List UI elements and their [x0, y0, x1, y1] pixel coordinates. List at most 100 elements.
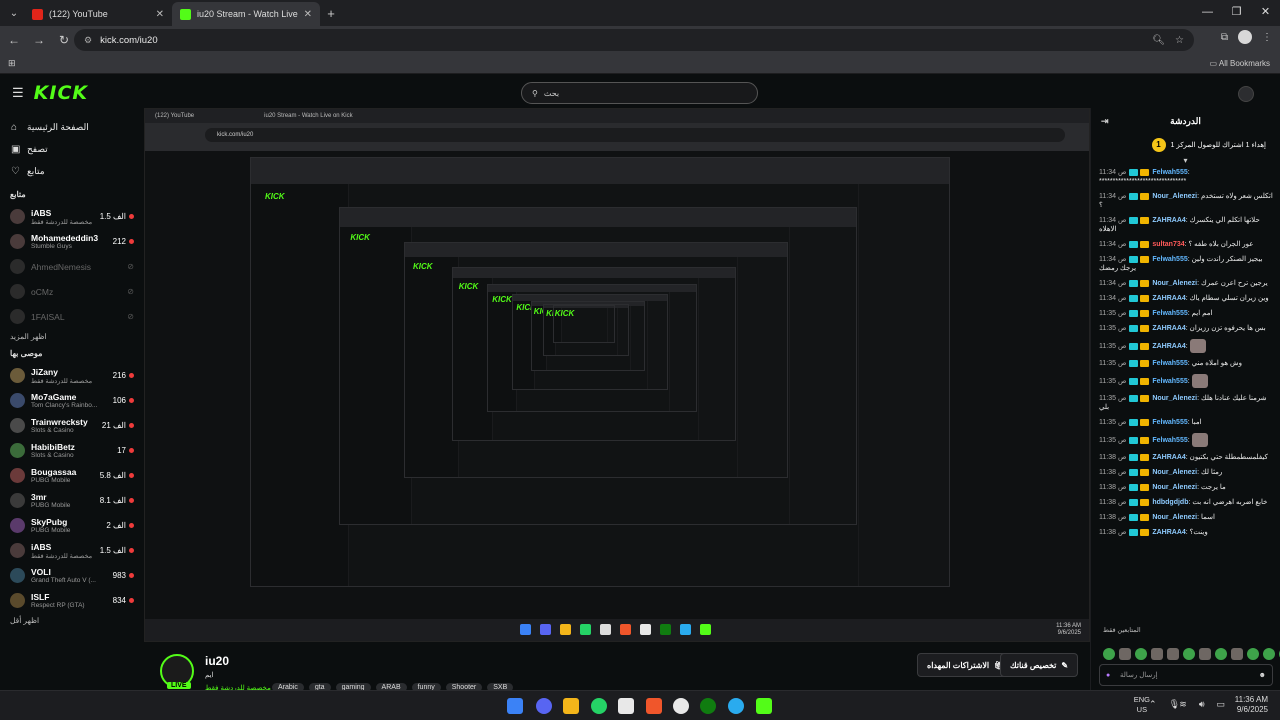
emote-icon[interactable]: [1215, 648, 1227, 660]
chat-message[interactable]: 11:34 ص ZAHRAA4: وين زيران تسلي سطام ياك: [1099, 294, 1274, 303]
chat-message[interactable]: 11:38 ص Nour_Alenezi: ما يرجت: [1099, 483, 1274, 492]
sidebar-channel[interactable]: Mo7aGame Tom Clancy's Rainbo... 106: [0, 388, 142, 413]
hamburger-menu-icon[interactable]: ☰: [12, 85, 24, 101]
back-icon[interactable]: ←: [3, 33, 25, 47]
message-username[interactable]: Felwah555: [1152, 360, 1187, 367]
tab-kick[interactable]: iu20 Stream - Watch Live on Kick ✕: [172, 2, 320, 26]
chat-message[interactable]: 11:35 ص Nour_Alenezi: شرمنا عليك عنادنا …: [1099, 394, 1274, 412]
sidebar-channel[interactable]: VOLI Grand Theft Auto V (... 983: [0, 563, 142, 588]
video-player[interactable]: (122) YouTube iu20 Stream - Watch Live o…: [144, 108, 1090, 642]
close-window-icon[interactable]: ✕: [1251, 0, 1280, 26]
show-less-button[interactable]: اظهر أقل: [0, 613, 142, 629]
zoom-icon[interactable]: 🔍︎: [1152, 35, 1165, 46]
message-username[interactable]: hdbdgdjdb: [1152, 499, 1188, 506]
user-avatar[interactable]: [1238, 86, 1254, 102]
message-username[interactable]: ZAHRAA4: [1152, 454, 1185, 461]
close-icon[interactable]: ✕: [304, 9, 312, 20]
message-username[interactable]: ZAHRAA4: [1152, 529, 1185, 536]
message-username[interactable]: Nour_Alenezi: [1152, 514, 1197, 521]
emote-icon[interactable]: [1151, 648, 1163, 660]
maximize-icon[interactable]: ❐: [1222, 0, 1251, 26]
nav-home[interactable]: ⌂ الصفحة الرئيسية: [0, 116, 142, 138]
mic-icon[interactable]: ●: [1106, 672, 1110, 679]
emote-icon[interactable]: [1167, 648, 1179, 660]
chat-message[interactable]: 11:34 ص Felwah555: *********************…: [1099, 168, 1274, 186]
message-username[interactable]: ZAHRAA4: [1152, 217, 1185, 224]
emote-icon[interactable]: [1103, 648, 1115, 660]
chat-message[interactable]: 11:34 ص ZAHRAA4: حلاتها اتكلم الي ينكسرك…: [1099, 216, 1274, 234]
chat-message[interactable]: 11:35 ص Felwah555:: [1099, 433, 1274, 447]
message-username[interactable]: Felwah555: [1152, 437, 1187, 444]
minimize-icon[interactable]: —: [1193, 0, 1222, 26]
apps-icon[interactable]: ⊞: [8, 58, 16, 69]
tab-youtube[interactable]: (122) YouTube ✕: [24, 2, 172, 26]
chrome-icon[interactable]: [673, 698, 689, 714]
close-icon[interactable]: ✕: [156, 9, 164, 20]
chat-message[interactable]: 11:34 ص sultan734: عور الجران بلاه طفه ؟: [1099, 240, 1274, 249]
xbox-icon[interactable]: [700, 698, 716, 714]
notepad-icon[interactable]: [618, 698, 634, 714]
sidebar-channel[interactable]: Trainwrecksty Slots & Casino الف 21: [0, 413, 142, 438]
new-tab-button[interactable]: +: [320, 6, 342, 21]
emote-icon[interactable]: [1199, 648, 1211, 660]
chat-message[interactable]: 11:34 ص Nour_Alenezi: يرجين ترح اعرن عمر…: [1099, 279, 1274, 288]
sidebar-channel[interactable]: 3mr PUBG Mobile الف 8.1: [0, 488, 142, 513]
system-clock[interactable]: 11:36 AM 9/6/2025: [1235, 695, 1268, 715]
emoji-icon[interactable]: ☻: [1259, 672, 1266, 679]
pinned-gift-banner[interactable]: 1 إهداء 1 اشتراك للوصول المركز 1: [1091, 134, 1280, 156]
chat-message[interactable]: 11:38 ص hdbdgdjdb: خابع اضربه اهرضي انه …: [1099, 498, 1274, 507]
language-indicator[interactable]: ENG US: [1134, 695, 1150, 715]
message-username[interactable]: Felwah555: [1152, 256, 1187, 263]
profile-avatar[interactable]: [1238, 30, 1252, 44]
wifi-icon[interactable]: ≋: [1179, 699, 1187, 710]
chevron-up-icon[interactable]: ⌃: [1149, 699, 1157, 710]
chat-message[interactable]: 11:35 ص Felwah555: وش هو املاه مني: [1099, 359, 1274, 368]
address-bar[interactable]: ⚙ kick.com/iu20 🔍︎ ☆: [74, 29, 1194, 51]
extensions-icon[interactable]: ⧉: [1221, 32, 1228, 43]
chat-message[interactable]: 11:38 ص Nour_Alenezi: اسما: [1099, 513, 1274, 522]
chat-message[interactable]: 11:38 ص Nour_Alenezi: رمثا لك: [1099, 468, 1274, 477]
bookmark-star-icon[interactable]: ☆: [1175, 35, 1184, 46]
message-username[interactable]: Felwah555: [1152, 310, 1187, 317]
tab-list-button[interactable]: ⌄: [4, 3, 24, 23]
menu-icon[interactable]: ⋮: [1262, 32, 1272, 43]
message-username[interactable]: sultan734: [1152, 241, 1184, 248]
chat-message[interactable]: 11:34 ص Felwah555: بيجيز الصنكر راندت ول…: [1099, 255, 1274, 273]
message-username[interactable]: Felwah555: [1152, 419, 1187, 426]
streamer-name[interactable]: iu20: [205, 654, 229, 668]
kick-app-icon[interactable]: [756, 698, 772, 714]
message-username[interactable]: Felwah555: [1152, 378, 1187, 385]
message-username[interactable]: ZAHRAA4: [1152, 325, 1185, 332]
volume-icon[interactable]: 🔊︎: [1199, 699, 1205, 710]
emote-icon[interactable]: [1231, 648, 1243, 660]
customize-channel-button[interactable]: تخصيص قناتك ✎: [1000, 653, 1079, 677]
sidebar-channel[interactable]: SkyPubg PUBG Mobile الف 2: [0, 513, 142, 538]
message-username[interactable]: Nour_Alenezi: [1152, 280, 1197, 287]
emote-icon[interactable]: [1183, 648, 1195, 660]
telegram-icon[interactable]: [728, 698, 744, 714]
discord-icon[interactable]: [536, 698, 552, 714]
message-username[interactable]: Nour_Alenezi: [1152, 193, 1197, 200]
chat-message[interactable]: 11:34 ص Nour_Alenezi: اتكلس شعر ولاه تست…: [1099, 192, 1274, 210]
chevron-down-icon[interactable]: ▾: [1091, 156, 1280, 168]
sidebar-channel[interactable]: iABS مخصصة للدردشة فقط الف 1.5: [0, 538, 142, 563]
sidebar-channel[interactable]: ISLF Respect RP (GTA) 834: [0, 588, 142, 613]
sidebar-channel[interactable]: AhmedNemesis ⊘: [0, 254, 142, 279]
sidebar-channel[interactable]: oCMz ⊘: [0, 279, 142, 304]
chat-message[interactable]: 11:35 ص ZAHRAA4: بس ها يحرفوه تزن رزيزان: [1099, 324, 1274, 333]
chat-input[interactable]: ● إرسال رسالة ☻: [1099, 664, 1273, 686]
sidebar-channel[interactable]: iABS مخصصة للدردشة فقط الف 1.5: [0, 204, 142, 229]
chat-message[interactable]: 11:35 ص Felwah555:: [1099, 374, 1274, 388]
chat-message[interactable]: 11:38 ص ZAHRAA4: وينت؟: [1099, 528, 1274, 537]
nav-following[interactable]: ♡ متابع: [0, 160, 142, 182]
show-more-button[interactable]: اظهر المزيد: [0, 329, 142, 345]
message-username[interactable]: ZAHRAA4: [1152, 343, 1185, 350]
chat-message[interactable]: 11:35 ص Felwah555: امبا: [1099, 418, 1274, 427]
kick-logo[interactable]: KICK: [34, 82, 88, 104]
sidebar-channel[interactable]: JiZany مخصصة للدردشة فقط 216: [0, 363, 142, 388]
sidebar-channel[interactable]: HabibiBetz Slots & Casino 17: [0, 438, 142, 463]
search-input[interactable]: ⚲ بحث: [521, 82, 758, 104]
windows-start-icon[interactable]: [507, 698, 523, 714]
forward-icon[interactable]: →: [28, 33, 50, 47]
all-bookmarks-button[interactable]: ▭ All Bookmarks: [1210, 59, 1270, 68]
